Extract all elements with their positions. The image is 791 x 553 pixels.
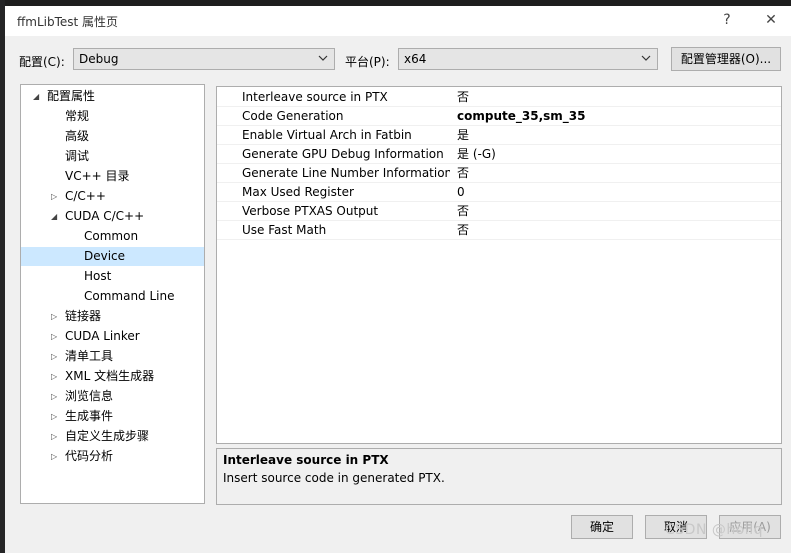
property-value[interactable]: 是 (-G) (457, 145, 496, 163)
tree-item-label: XML 文档生成器 (65, 369, 155, 383)
tree-item-label: 浏览信息 (65, 389, 114, 403)
expand-arrow-icon[interactable]: ▷ (51, 367, 57, 386)
tree-item-label: 配置属性 (47, 89, 96, 103)
description-title: Interleave source in PTX (223, 453, 389, 467)
close-button[interactable]: ✕ (761, 10, 781, 30)
expand-arrow-icon[interactable]: ▷ (51, 347, 57, 366)
expand-arrow-icon[interactable]: ▷ (51, 427, 57, 446)
expand-arrow-icon[interactable]: ▷ (51, 447, 57, 466)
watermark-text: CSDN @hollq (665, 522, 763, 538)
tree-item-label: Device (84, 249, 126, 263)
property-value[interactable]: 是 (457, 126, 469, 144)
tree-item[interactable]: 调试 (21, 147, 204, 166)
property-value[interactable]: compute_35,sm_35 (457, 107, 585, 125)
property-tree[interactable]: ◢ 配置属性常规高级调试 VC++ 目录 ▷ C/C++ ◢ CUDA C/C++ Commo… (20, 84, 205, 504)
property-value[interactable]: 否 (457, 88, 469, 106)
expand-arrow-icon[interactable]: ▷ (51, 187, 57, 206)
property-name: Generate GPU Debug Information (242, 147, 444, 161)
tree-item-label: 代码分析 (65, 449, 114, 463)
help-button[interactable]: ? (717, 10, 737, 30)
tree-item-label: 清单工具 (65, 349, 114, 363)
tree-item[interactable]: ▷ 清单工具 (21, 347, 204, 366)
property-name: Interleave source in PTX (242, 90, 388, 104)
property-row[interactable]: Generate Line Number Information 否 (217, 164, 781, 183)
tree-item-label: 自定义生成步骤 (65, 429, 150, 443)
expand-arrow-icon[interactable]: ▷ (51, 387, 57, 406)
config-label: 配置(C): (19, 55, 65, 69)
tree-item[interactable]: Command Line (21, 287, 204, 306)
chevron-down-icon (318, 55, 328, 61)
platform-label: 平台(P): (345, 55, 390, 69)
property-value[interactable]: 否 (457, 202, 469, 220)
property-row[interactable]: Verbose PTXAS Output 否 (217, 202, 781, 221)
property-name: Enable Virtual Arch in Fatbin (242, 128, 412, 142)
config-value: Debug (79, 52, 119, 66)
tree-item-label: Common (84, 229, 139, 243)
property-name: Max Used Register (242, 185, 354, 199)
tree-item-label: CUDA Linker (65, 329, 140, 343)
tree-item[interactable]: ▷ 链接器 (21, 307, 204, 326)
collapse-arrow-icon[interactable]: ◢ (51, 207, 57, 226)
tree-item[interactable]: VC++ 目录 (21, 167, 204, 186)
tree-item-label: VC++ 目录 (65, 169, 130, 183)
tree-item[interactable]: ◢ CUDA C/C++ (21, 207, 204, 226)
tree-item-label: Command Line (84, 289, 175, 303)
tree-item[interactable]: Device (21, 247, 204, 266)
tree-item-label: 调试 (65, 149, 90, 163)
collapse-arrow-icon[interactable]: ◢ (33, 87, 39, 106)
property-name: Use Fast Math (242, 223, 327, 237)
description-panel: Interleave source in PTX Insert source c… (216, 448, 782, 505)
tree-item-label: CUDA C/C++ (65, 209, 145, 223)
tree-item[interactable]: Host (21, 267, 204, 286)
property-row[interactable]: Interleave source in PTX 否 (217, 88, 781, 107)
property-grid[interactable]: Interleave source in PTX 否 Code Generation… (216, 86, 782, 444)
property-row[interactable]: Use Fast Math 否 (217, 221, 781, 240)
tree-item[interactable]: 高级 (21, 127, 204, 146)
property-value[interactable]: 否 (457, 164, 469, 182)
property-name: Verbose PTXAS Output (242, 204, 379, 218)
tree-item[interactable]: ▷ C/C++ (21, 187, 204, 206)
tree-item[interactable]: 常规 (21, 107, 204, 126)
config-dropdown[interactable]: Debug (73, 48, 335, 70)
property-pages-window: ffmLibTest 属性页 ? ✕ 配置(C): Debug 平台(P): x… (5, 6, 791, 553)
tree-item[interactable]: ▷ 生成事件 (21, 407, 204, 426)
tree-item[interactable]: ◢ 配置属性 (21, 87, 204, 106)
tree-item[interactable]: ▷ 浏览信息 (21, 387, 204, 406)
tree-item-label: 常规 (65, 109, 90, 123)
property-value[interactable]: 否 (457, 221, 469, 239)
property-name: Generate Line Number Information (242, 166, 450, 180)
chevron-down-icon (641, 55, 651, 61)
tree-item[interactable]: ▷ XML 文档生成器 (21, 367, 204, 386)
property-row[interactable]: Generate GPU Debug Information 是 (-G) (217, 145, 781, 164)
expand-arrow-icon[interactable]: ▷ (51, 327, 57, 346)
expand-arrow-icon[interactable]: ▷ (51, 307, 57, 326)
property-row[interactable]: Code Generation compute_35,sm_35 (217, 107, 781, 126)
tree-item-label: Host (84, 269, 112, 283)
property-name: Code Generation (242, 109, 344, 123)
tree-item-label: 生成事件 (65, 409, 114, 423)
tree-item[interactable]: ▷ CUDA Linker (21, 327, 204, 346)
property-row[interactable]: Enable Virtual Arch in Fatbin 是 (217, 126, 781, 145)
tree-item-label: 链接器 (65, 309, 102, 323)
tree-item-label: 高级 (65, 129, 90, 143)
platform-value: x64 (404, 52, 427, 66)
title-bar: ffmLibTest 属性页 ? ✕ (5, 6, 791, 36)
tree-item-label: C/C++ (65, 189, 106, 203)
config-manager-button[interactable]: 配置管理器(O)... (671, 47, 781, 71)
platform-dropdown[interactable]: x64 (398, 48, 658, 70)
description-text: Insert source code in generated PTX. (223, 471, 445, 485)
property-value[interactable]: 0 (457, 183, 465, 201)
expand-arrow-icon[interactable]: ▷ (51, 407, 57, 426)
window-title: ffmLibTest 属性页 (17, 15, 119, 29)
tree-item[interactable]: ▷ 代码分析 (21, 447, 204, 466)
ok-button[interactable]: 确定 (571, 515, 633, 539)
tree-item[interactable]: Common (21, 227, 204, 246)
property-row[interactable]: Max Used Register 0 (217, 183, 781, 202)
tree-item[interactable]: ▷ 自定义生成步骤 (21, 427, 204, 446)
